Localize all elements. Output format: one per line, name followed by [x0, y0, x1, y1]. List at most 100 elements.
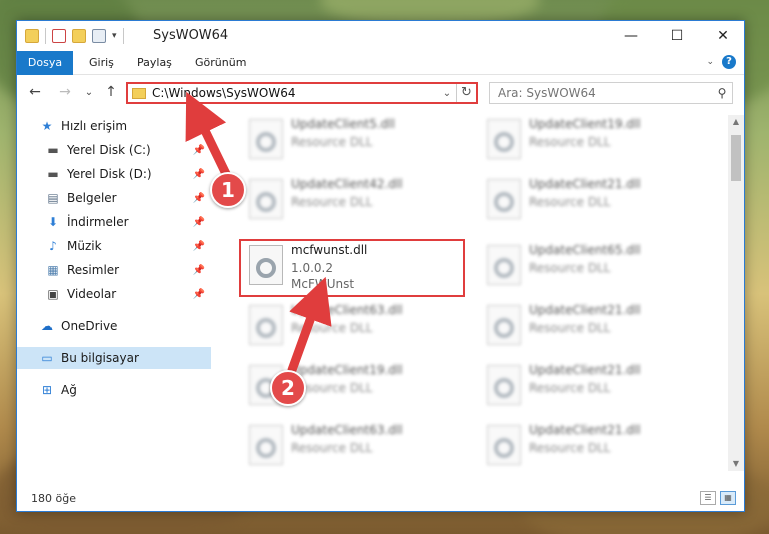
vertical-scrollbar[interactable]: ▲ ▼	[728, 115, 744, 471]
recent-locations-button[interactable]: ⌄	[79, 81, 99, 103]
dll-file-icon	[249, 119, 283, 159]
sidebar-item[interactable]: ⊞ Ağ	[17, 379, 211, 401]
minimize-button[interactable]: —	[608, 21, 654, 51]
search-icon[interactable]: ⚲	[712, 86, 732, 100]
dll-file-icon	[487, 179, 521, 219]
sidebar-item-label: Bu bilgisayar	[61, 351, 139, 365]
dll-file-icon	[487, 305, 521, 345]
status-bar: 180 öğe ☰ ▦	[17, 487, 744, 511]
title-bar: ▾ SysWOW64 — ☐ ✕	[17, 21, 744, 51]
pin-icon[interactable]: 📌	[193, 241, 205, 252]
dll-file-icon	[249, 305, 283, 345]
sidebar-item[interactable]: ▤ Belgeler 📌	[17, 187, 211, 209]
cloud-icon: ☁	[41, 319, 53, 333]
navigation-pane: ★ Hızlı erişim ▬ Yerel Disk (C:) 📌 ▬ Yerel Dis…	[17, 115, 211, 471]
file-description: Resource DLL	[529, 381, 611, 395]
large-icons-view-icon[interactable]: ▦	[720, 491, 736, 505]
sidebar-item[interactable]: ⬇ İndirmeler 📌	[17, 211, 211, 233]
pin-icon[interactable]: 📌	[193, 265, 205, 276]
pin-icon[interactable]: 📌	[193, 145, 205, 156]
pin-icon[interactable]: 📌	[193, 217, 205, 228]
music-icon: ♪	[49, 239, 57, 253]
sidebar-item-label: Resimler	[67, 263, 120, 277]
tab-share[interactable]: Paylaş	[125, 51, 184, 75]
dll-file-icon	[487, 365, 521, 405]
download-icon: ⬇	[47, 215, 59, 229]
sidebar-item-label: Müzik	[67, 239, 102, 253]
file-item[interactable]: UpdateClient42.dll Resource DLL	[243, 173, 463, 229]
file-name: UpdateClient21.dll	[529, 303, 641, 317]
dll-file-icon	[487, 245, 521, 285]
pin-icon[interactable]: 📌	[193, 193, 205, 204]
pin-icon[interactable]: 📌	[193, 169, 205, 180]
file-item[interactable]: UpdateClient19.dll Resource DLL	[481, 113, 701, 169]
sidebar-item-label: Videolar	[67, 287, 117, 301]
sidebar-item[interactable]: ▣ Videolar 📌	[17, 283, 211, 305]
sidebar-item[interactable]: ★ Hızlı erişim	[17, 115, 211, 137]
file-name: UpdateClient21.dll	[529, 363, 641, 377]
sidebar-item[interactable]: ▦ Resimler 📌	[17, 259, 211, 281]
file-item[interactable]: UpdateClient63.dll Resource DLL	[243, 419, 463, 475]
scroll-up-icon[interactable]: ▲	[728, 115, 744, 129]
file-description: Resource DLL	[291, 441, 373, 455]
gear-icon	[256, 132, 276, 152]
scrollbar-thumb[interactable]	[731, 135, 741, 181]
file-item[interactable]: UpdateClient21.dll Resource DLL	[481, 419, 701, 475]
up-button[interactable]: ↑	[101, 81, 121, 103]
toolbar-divider	[45, 28, 46, 44]
gear-icon	[494, 438, 514, 458]
sidebar-item[interactable]: ▬ Yerel Disk (D:) 📌	[17, 163, 211, 185]
sidebar-item[interactable]: ♪ Müzik 📌	[17, 235, 211, 257]
file-description: Resource DLL	[529, 441, 611, 455]
item-count: 180 öğe	[31, 492, 76, 505]
file-description: Resource DLL	[529, 135, 611, 149]
gear-icon	[256, 438, 276, 458]
file-description: Resource DLL	[291, 321, 373, 335]
back-button[interactable]: ←	[25, 81, 45, 103]
customize-toolbar-icon[interactable]	[92, 29, 106, 43]
file-description: Resource DLL	[529, 321, 611, 335]
address-dropdown-button[interactable]: ⌄	[438, 88, 456, 99]
maximize-button[interactable]: ☐	[654, 21, 700, 51]
close-button[interactable]: ✕	[700, 21, 744, 51]
properties-icon[interactable]	[52, 29, 66, 43]
gear-icon	[256, 192, 276, 212]
new-folder-icon[interactable]	[72, 29, 86, 43]
sidebar-item[interactable]: ☁ OneDrive	[17, 315, 211, 337]
file-item[interactable]: UpdateClient5.dll Resource DLL	[243, 113, 463, 169]
tab-file[interactable]: Dosya	[17, 51, 73, 75]
help-icon[interactable]: ?	[722, 55, 736, 69]
sidebar-item-label: Ağ	[61, 383, 77, 397]
documents-icon: ▤	[47, 191, 59, 205]
chevron-down-icon[interactable]: ▾	[112, 31, 117, 41]
forward-button[interactable]: →	[55, 81, 75, 103]
file-description: Resource DLL	[529, 195, 611, 209]
sidebar-item[interactable]: ▬ Yerel Disk (C:) 📌	[17, 139, 211, 161]
drive-icon: ▬	[47, 167, 59, 181]
refresh-button[interactable]: ↻	[456, 84, 476, 102]
pin-icon[interactable]: 📌	[193, 289, 205, 300]
search-input[interactable]	[498, 86, 712, 100]
details-view-icon[interactable]: ☰	[700, 491, 716, 505]
tab-home[interactable]: Giriş	[77, 51, 126, 75]
address-path[interactable]: C:\Windows\SysWOW64	[152, 86, 438, 100]
file-name: UpdateClient19.dll	[291, 363, 403, 377]
expand-ribbon-icon[interactable]: ⌄	[706, 57, 714, 67]
tab-view[interactable]: Görünüm	[183, 51, 258, 75]
gear-icon	[494, 318, 514, 338]
scroll-down-icon[interactable]: ▼	[728, 457, 744, 471]
file-item[interactable]: UpdateClient21.dll Resource DLL	[481, 173, 701, 229]
file-item[interactable]: UpdateClient63.dll Resource DLL	[243, 299, 463, 355]
file-item[interactable]: UpdateClient21.dll Resource DLL	[481, 359, 701, 415]
ribbon-controls: ⌄ ?	[706, 55, 736, 69]
window-title: SysWOW64	[153, 28, 229, 43]
file-description: Resource DLL	[529, 261, 611, 275]
quick-access-toolbar: ▾	[25, 28, 124, 44]
file-item[interactable]: UpdateClient65.dll Resource DLL	[481, 239, 701, 295]
address-bar[interactable]: C:\Windows\SysWOW64 ⌄ ↻	[126, 82, 478, 104]
file-name: UpdateClient42.dll	[291, 177, 403, 191]
file-name: UpdateClient63.dll	[291, 303, 403, 317]
sidebar-item[interactable]: ▭ Bu bilgisayar	[17, 347, 211, 369]
file-item[interactable]: UpdateClient21.dll Resource DLL	[481, 299, 701, 355]
search-box[interactable]: ⚲	[489, 82, 733, 104]
